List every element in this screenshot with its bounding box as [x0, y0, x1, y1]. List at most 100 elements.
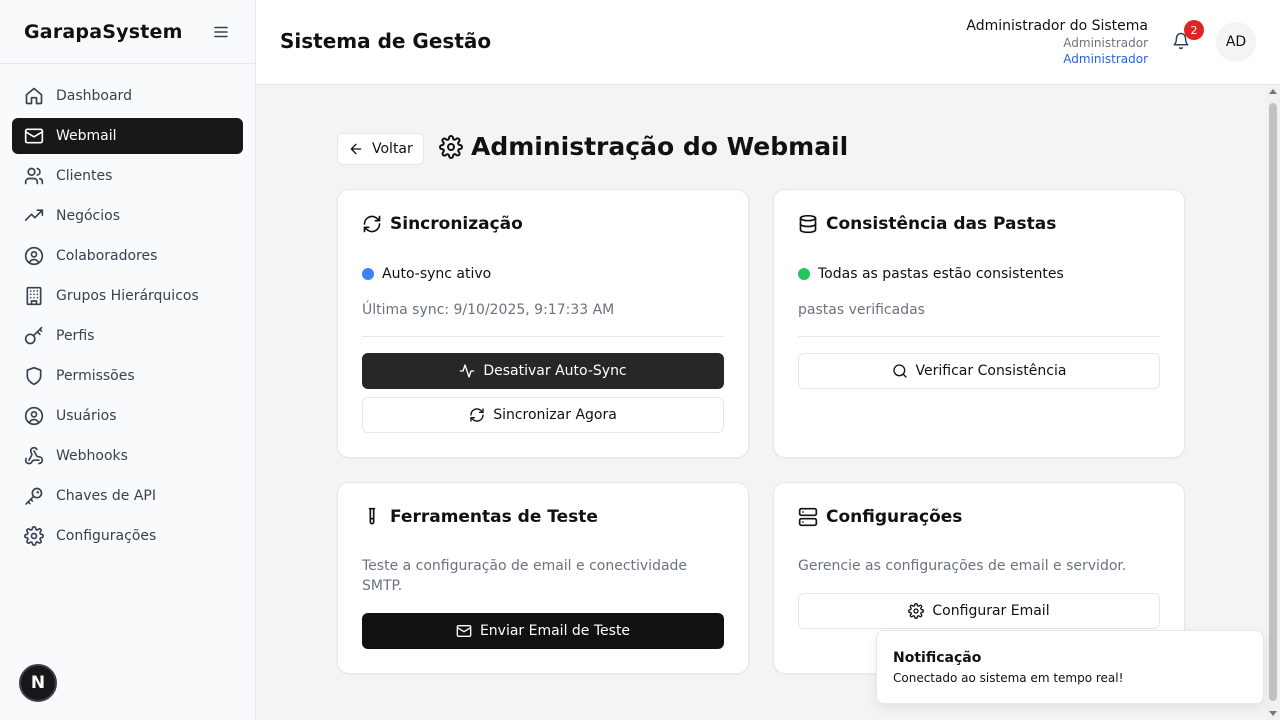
sidebar-item-usuarios[interactable]: Usuários — [12, 398, 243, 434]
sidebar: GarapaSystem Dashboard Webmail Clientes … — [0, 0, 256, 720]
status-dot — [798, 268, 810, 280]
test-tube-icon — [362, 507, 382, 527]
sidebar-item-chaves-de-api[interactable]: Chaves de API — [12, 478, 243, 514]
back-button[interactable]: Voltar — [337, 133, 424, 165]
sidebar-item-grupos-hierarquicos[interactable]: Grupos Hierárquicos — [12, 278, 243, 314]
user-circle-icon — [24, 406, 44, 426]
sidebar-item-perfis[interactable]: Perfis — [12, 318, 243, 354]
toast-message: Conectado ao sistema em tempo real! — [893, 671, 1124, 685]
button-label: Enviar Email de Teste — [479, 623, 631, 639]
last-sync-text: Última sync: 9/10/2025, 9:17:33 AM — [362, 302, 615, 318]
gear-icon — [908, 603, 925, 619]
divider — [798, 336, 1160, 337]
sidebar-item-label: Negócios — [56, 208, 120, 224]
user-info: Administrador do Sistema Administrador A… — [966, 17, 1148, 67]
card-header: Ferramentas de Teste — [362, 507, 598, 527]
main-content: Voltar Administração do Webmail Sincroni… — [256, 85, 1266, 720]
notification-count-badge[interactable]: 2 — [1184, 20, 1204, 40]
sidebar-item-label: Configurações — [56, 528, 157, 544]
status-dot — [362, 268, 374, 280]
menu-toggle-icon[interactable] — [211, 22, 231, 42]
user-role-link[interactable]: Administrador — [966, 51, 1148, 67]
top-header: Sistema de Gestão Administrador do Siste… — [256, 0, 1280, 85]
consistency-status-text: Todas as pastas estão consistentes — [818, 266, 1064, 282]
card-header: Configurações — [798, 507, 962, 527]
configure-email-button[interactable]: Configurar Email — [798, 593, 1160, 629]
back-button-label: Voltar — [372, 141, 413, 157]
sidebar-item-label: Perfis — [56, 328, 95, 344]
server-icon — [798, 507, 818, 527]
building-icon — [24, 286, 44, 306]
config-description: Gerencie as configurações de email e ser… — [798, 558, 1127, 574]
sidebar-item-permissoes[interactable]: Permissões — [12, 358, 243, 394]
home-icon — [24, 86, 44, 106]
sidebar-item-dashboard[interactable]: Dashboard — [12, 78, 243, 114]
consistency-status: Todas as pastas estão consistentes — [798, 266, 1064, 282]
key-round-icon — [24, 486, 44, 506]
sidebar-item-label: Permissões — [56, 368, 135, 384]
webhook-icon — [24, 446, 44, 466]
header-title: Sistema de Gestão — [280, 29, 492, 53]
verify-consistency-button[interactable]: Verificar Consistência — [798, 353, 1160, 389]
button-label: Configurar Email — [932, 603, 1050, 619]
arrow-left-icon — [348, 141, 364, 157]
sidebar-item-label: Colaboradores — [56, 248, 158, 264]
users-icon — [24, 166, 44, 186]
search-icon — [892, 363, 908, 379]
sidebar-item-label: Grupos Hierárquicos — [56, 288, 199, 304]
brand-logo-text[interactable]: GarapaSystem — [24, 21, 183, 43]
toast-title: Notificação — [893, 650, 982, 666]
scroll-down-arrow-icon[interactable] — [1269, 711, 1277, 716]
page-title-wrap: Administração do Webmail — [439, 132, 848, 161]
page-title: Administração do Webmail — [471, 132, 849, 161]
sync-status-text: Auto-sync ativo — [382, 266, 492, 282]
toggle-auto-sync-button[interactable]: Desativar Auto-Sync — [362, 353, 724, 389]
sidebar-item-label: Clientes — [56, 168, 113, 184]
test-description: Teste a configuração de email e conectiv… — [362, 558, 688, 594]
sidebar-item-label: Webhooks — [56, 448, 128, 464]
sidebar-item-negocios[interactable]: Negócios — [12, 198, 243, 234]
sidebar-item-configuracoes[interactable]: Configurações — [12, 518, 243, 554]
sidebar-nav: Dashboard Webmail Clientes Negócios Cola… — [0, 64, 255, 572]
card-title: Consistência das Pastas — [826, 214, 1057, 234]
mail-icon — [456, 623, 472, 639]
mail-icon — [24, 126, 44, 146]
card-title: Ferramentas de Teste — [390, 507, 598, 527]
card-title: Sincronização — [390, 214, 523, 234]
divider — [362, 336, 724, 337]
sync-card: Sincronização Auto-sync ativo Última syn… — [337, 189, 749, 458]
sync-now-button[interactable]: Sincronizar Agora — [362, 397, 724, 433]
database-icon — [798, 214, 818, 234]
checked-folders-text: pastas verificadas — [798, 302, 925, 318]
sidebar-item-colaboradores[interactable]: Colaboradores — [12, 238, 243, 274]
refresh-icon — [469, 407, 485, 423]
trending-up-icon — [24, 206, 44, 226]
button-label: Verificar Consistência — [915, 363, 1067, 379]
sidebar-item-label: Dashboard — [56, 88, 132, 104]
user-circle-icon — [24, 246, 44, 266]
consistency-card: Consistência das Pastas Todas as pastas … — [773, 189, 1185, 458]
avatar[interactable]: AD — [1216, 22, 1256, 62]
brand-row: GarapaSystem — [0, 0, 255, 64]
button-label: Sincronizar Agora — [493, 407, 617, 423]
activity-icon — [459, 363, 475, 379]
notification-toast[interactable]: Notificação Conectado ao sistema em temp… — [876, 630, 1264, 704]
user-name: Administrador do Sistema — [966, 18, 1148, 34]
sidebar-item-webhooks[interactable]: Webhooks — [12, 438, 243, 474]
send-test-email-button[interactable]: Enviar Email de Teste — [362, 613, 724, 649]
sync-status: Auto-sync ativo — [362, 266, 491, 282]
sidebar-item-label: Usuários — [56, 408, 117, 424]
user-role: Administrador — [1063, 36, 1148, 50]
scroll-up-arrow-icon[interactable] — [1269, 89, 1277, 94]
sidebar-item-clientes[interactable]: Clientes — [12, 158, 243, 194]
refresh-icon — [362, 214, 382, 234]
card-title: Configurações — [826, 507, 963, 527]
gear-icon — [24, 526, 44, 546]
card-header: Consistência das Pastas — [798, 214, 1056, 234]
scroll-thumb[interactable] — [1269, 103, 1277, 701]
sidebar-item-label: Chaves de API — [56, 488, 156, 504]
sidebar-item-webmail[interactable]: Webmail — [12, 118, 243, 154]
nextjs-dev-badge[interactable]: N — [19, 664, 57, 702]
test-tools-card: Ferramentas de Teste Teste a configuraçã… — [337, 482, 749, 674]
content-scrollbar[interactable] — [1266, 85, 1280, 720]
